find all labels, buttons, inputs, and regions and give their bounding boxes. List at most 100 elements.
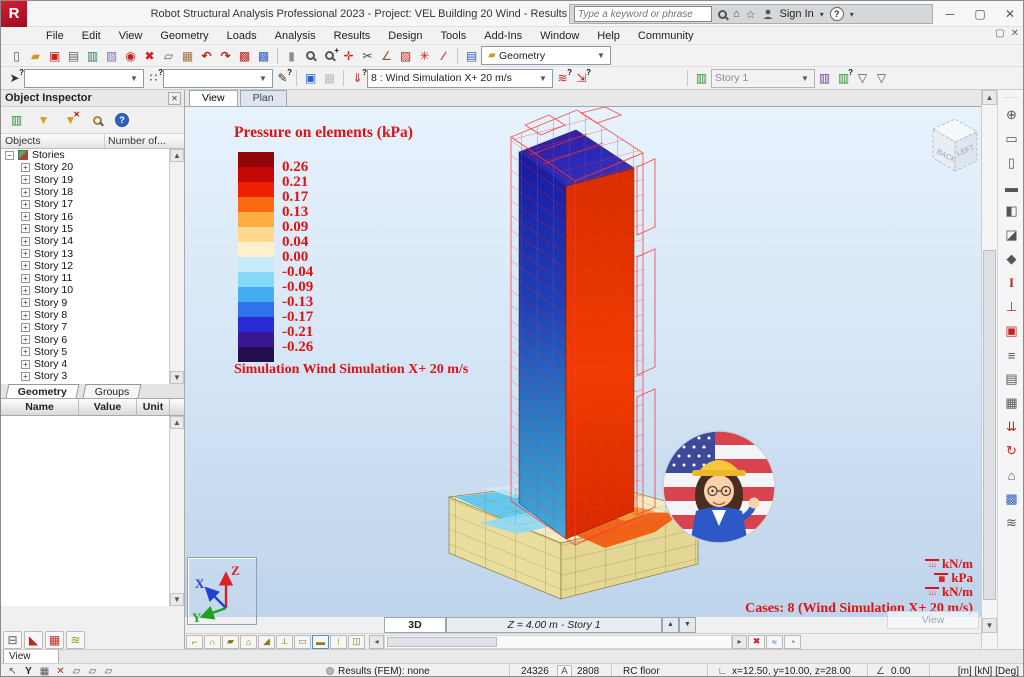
tree-item[interactable]: +Story 20 xyxy=(1,161,170,173)
tree-scrollbar[interactable]: ▲▼ xyxy=(169,149,184,384)
tab-view[interactable]: View xyxy=(189,90,238,106)
axis-definition-icon[interactable]: ⊕ xyxy=(1001,104,1023,126)
menu-edit[interactable]: Edit xyxy=(73,27,110,45)
expand-icon[interactable]: + xyxy=(21,224,30,233)
load-table-icon[interactable]: ⇲? xyxy=(572,69,591,87)
hscroll-left-icon[interactable]: ◂ xyxy=(369,635,384,649)
tree-item[interactable]: +Story 16 xyxy=(1,210,170,222)
lock-icon[interactable]: ▮ xyxy=(282,47,301,65)
angle-icon[interactable]: ∠ xyxy=(377,47,396,65)
tree-item[interactable]: +Story 18 xyxy=(1,186,170,198)
open-project-icon[interactable]: ▰ xyxy=(26,47,45,65)
layout-c-icon[interactable]: ▱ xyxy=(101,665,116,677)
snap-settings-icon[interactable]: Y xyxy=(21,665,36,677)
search-input[interactable] xyxy=(574,6,712,22)
solid-icon[interactable]: ◆ xyxy=(1001,248,1023,270)
filter-delete-icon[interactable]: ▼✕ xyxy=(61,111,80,129)
tools-config-icon[interactable]: ∕ xyxy=(434,47,453,65)
tree-item[interactable]: +Story 7 xyxy=(1,321,170,333)
mdi-restore-icon[interactable]: ▢ xyxy=(995,28,1004,39)
tree-item[interactable]: +Story 15 xyxy=(1,223,170,235)
expand-icon[interactable]: + xyxy=(21,323,30,332)
mdi-close-icon[interactable]: ✕ xyxy=(1011,28,1019,39)
save-icon[interactable]: ▣ xyxy=(45,47,64,65)
header-unit[interactable]: Unit xyxy=(137,399,170,415)
layout-b-icon[interactable]: ▱ xyxy=(85,665,100,677)
delete-icon[interactable]: ✖ xyxy=(140,47,159,65)
panel-icon[interactable]: ◪ xyxy=(1001,224,1023,246)
structure-view-icon[interactable]: ⌂ xyxy=(1001,464,1023,486)
grid-snap-icon[interactable]: ▦ xyxy=(37,665,52,677)
node-selection-combo[interactable]: ▼ xyxy=(163,69,273,88)
paste-icon[interactable]: ▦ xyxy=(178,47,197,65)
tree-item[interactable]: +Story 13 xyxy=(1,247,170,259)
display-options-icon[interactable]: ◫ xyxy=(348,635,365,649)
collapse-icon[interactable]: − xyxy=(5,151,14,160)
filter-view-icon[interactable]: ◣ xyxy=(24,631,43,649)
loads-icon[interactable]: ⇊ xyxy=(1001,416,1023,438)
table-scrollbar[interactable]: ▲▼ xyxy=(169,416,184,606)
menu-geometry[interactable]: Geometry xyxy=(151,27,217,45)
vscroll-up-icon[interactable]: ▲ xyxy=(982,90,997,105)
menu-file[interactable]: File xyxy=(37,27,73,45)
filter-icon[interactable]: ▼ xyxy=(34,111,53,129)
keyword-icon[interactable]: ⌂ xyxy=(733,8,740,20)
layers-view-icon[interactable]: ≋ xyxy=(66,631,85,649)
releases-tool-icon[interactable]: ≡ xyxy=(1001,344,1023,366)
user-icon[interactable] xyxy=(762,8,774,20)
expand-icon[interactable]: + xyxy=(21,298,30,307)
dynamic-view-icon[interactable]: ≈ xyxy=(766,635,783,649)
header-name[interactable]: Name xyxy=(1,399,79,415)
print-icon[interactable]: ▤ xyxy=(64,47,83,65)
hscroll-track[interactable] xyxy=(384,635,732,649)
tree-item[interactable]: +Story 5 xyxy=(1,346,170,358)
expand-icon[interactable]: + xyxy=(21,175,30,184)
grid-icon[interactable]: ▦ xyxy=(1001,392,1023,414)
copy-icon[interactable]: ▱ xyxy=(159,47,178,65)
tables-icon[interactable]: ▩ xyxy=(1001,488,1023,510)
node-numbers-icon[interactable]: ⌐ xyxy=(186,635,203,649)
undo-icon[interactable]: ↶ xyxy=(197,47,216,65)
tree-item[interactable]: +Story 6 xyxy=(1,333,170,345)
inspector-search-icon[interactable] xyxy=(88,111,107,129)
menu-help[interactable]: Help xyxy=(588,27,629,45)
tree-item[interactable]: +Story 4 xyxy=(1,358,170,370)
favorites-star-icon[interactable]: ☆ xyxy=(746,8,756,21)
expand-icon[interactable]: + xyxy=(21,360,30,369)
releases-icon[interactable]: ⟂ xyxy=(276,635,293,649)
object-selection-icon[interactable]: ➤? xyxy=(5,69,24,87)
viewport-vscroll[interactable]: ▲ ▼ xyxy=(981,90,997,649)
menu-view[interactable]: View xyxy=(110,27,152,45)
expand-icon[interactable]: + xyxy=(21,347,30,356)
tree-item[interactable]: +Story 12 xyxy=(1,260,170,272)
screen-capture-icon[interactable]: ▧ xyxy=(102,47,121,65)
tab-geometry[interactable]: Geometry xyxy=(6,384,80,398)
expand-icon[interactable]: + xyxy=(21,372,30,381)
thickness-icon[interactable]: ▬ xyxy=(312,635,329,649)
expand-icon[interactable]: + xyxy=(21,188,30,197)
no-snap-icon[interactable]: ✕ xyxy=(53,665,68,677)
signin-caret-icon[interactable]: ▾ xyxy=(820,10,824,19)
story-selector[interactable]: Story 1▼ xyxy=(711,69,815,88)
results-viewer-icon[interactable]: ▩ xyxy=(254,47,273,65)
analysis-params-icon[interactable]: ✳ xyxy=(415,47,434,65)
node-selection-icon[interactable]: ∷? xyxy=(144,69,163,87)
layers-icon[interactable]: ≋ xyxy=(1001,512,1023,534)
inspector-help-icon[interactable]: ? xyxy=(115,113,129,127)
help-icon[interactable]: ? xyxy=(830,7,844,21)
level-tab[interactable]: Z = 4.00 m - Story 1 xyxy=(446,617,662,633)
expand-icon[interactable]: + xyxy=(21,274,30,283)
tree-item[interactable]: +Story 17 xyxy=(1,198,170,210)
tab-groups[interactable]: Groups xyxy=(83,384,142,398)
story-params-icon[interactable]: ▥? xyxy=(834,69,853,87)
bar-icon[interactable]: ▭ xyxy=(1001,128,1023,150)
object-selection-combo[interactable]: ▼ xyxy=(24,69,144,88)
tree-item[interactable]: +Story 14 xyxy=(1,235,170,247)
menu-tools[interactable]: Tools xyxy=(432,27,476,45)
pan-icon[interactable]: ✛ xyxy=(339,47,358,65)
menu-addins[interactable]: Add-Ins xyxy=(475,27,531,45)
section-icon[interactable]: I xyxy=(1001,272,1023,294)
menu-analysis[interactable]: Analysis xyxy=(266,27,325,45)
hscroll-thumb[interactable] xyxy=(387,637,497,647)
print-preview-icon[interactable]: ▥ xyxy=(83,47,102,65)
